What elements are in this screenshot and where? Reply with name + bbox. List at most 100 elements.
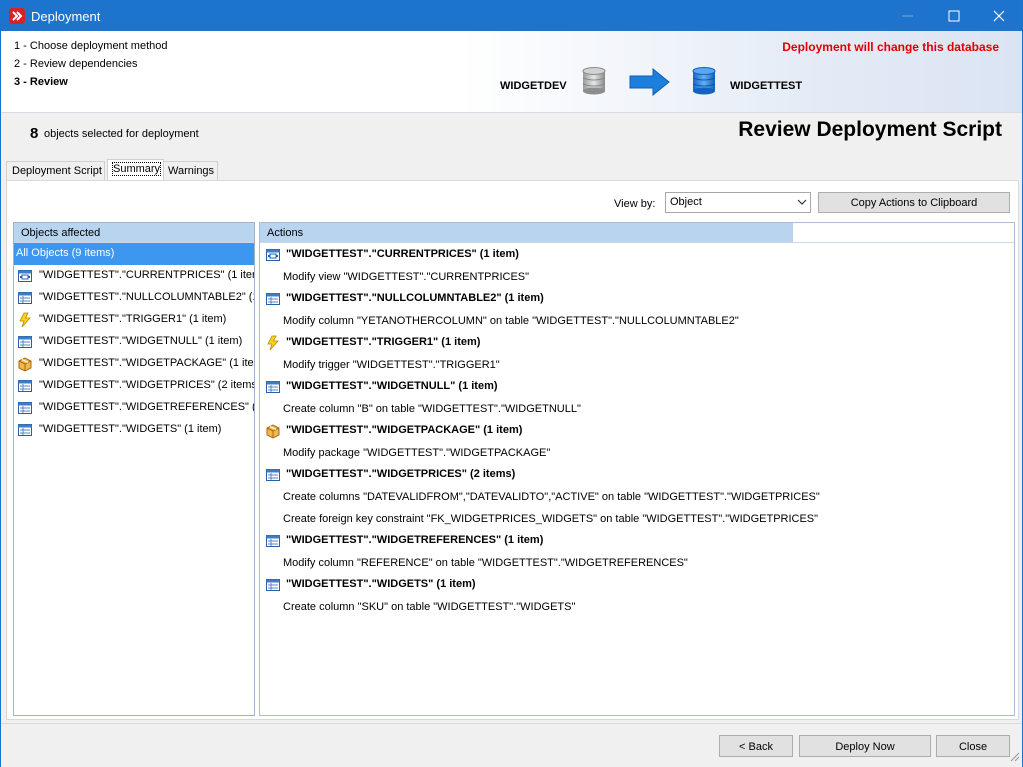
action-item-label: Modify column "REFERENCE" on table "WIDG… <box>283 557 688 569</box>
action-item[interactable]: Modify column "YETANOTHERCOLUMN" on tabl… <box>260 309 1014 331</box>
close-button[interactable]: Close <box>936 735 1010 757</box>
copy-actions-button[interactable]: Copy Actions to Clipboard <box>818 192 1010 213</box>
chevron-down-icon <box>797 197 807 210</box>
page-title: Review Deployment Script <box>738 118 1002 141</box>
view-icon <box>265 247 281 263</box>
actions-header-label: Actions <box>267 227 304 239</box>
table-icon <box>17 422 33 438</box>
action-item-label: Modify trigger "WIDGETTEST"."TRIGGER1" <box>283 359 500 371</box>
action-item[interactable]: Modify package "WIDGETTEST"."WIDGETPACKA… <box>260 441 1014 463</box>
action-group-title[interactable]: "WIDGETTEST"."WIDGETS" (1 item) <box>260 573 1014 595</box>
action-item-label: Create foreign key constraint "FK_WIDGET… <box>283 513 819 525</box>
target-database-icon <box>692 67 716 98</box>
action-group-label: "WIDGETTEST"."WIDGETNULL" (1 item) <box>286 380 498 392</box>
list-item-label: "WIDGETTEST"."CURRENTPRICES" (1 item) <box>39 269 255 281</box>
view-by-dropdown[interactable]: Object <box>665 192 811 213</box>
action-group-title[interactable]: "WIDGETTEST"."TRIGGER1" (1 item) <box>260 331 1014 353</box>
tab-summary[interactable]: Summary <box>107 159 164 181</box>
action-group-title[interactable]: "WIDGETTEST"."WIDGETPRICES" (2 items) <box>260 463 1014 485</box>
action-group-label: "WIDGETTEST"."WIDGETREFERENCES" (1 item) <box>286 534 544 546</box>
actions-header: Actions <box>260 223 1014 243</box>
package-icon <box>17 356 33 372</box>
source-database-icon <box>582 67 606 98</box>
action-item-label: Modify package "WIDGETTEST"."WIDGETPACKA… <box>283 447 551 459</box>
close-window-button[interactable] <box>976 1 1022 31</box>
list-item-all-objects[interactable]: All Objects (9 items) <box>14 243 254 265</box>
table-icon <box>265 577 281 593</box>
tab-warnings[interactable]: Warnings <box>162 161 218 181</box>
action-group-title[interactable]: "WIDGETTEST"."CURRENTPRICES" (1 item) <box>260 243 1014 265</box>
action-group-title[interactable]: "WIDGETTEST"."WIDGETREFERENCES" (1 item) <box>260 529 1014 551</box>
action-item-label: Create column "SKU" on table "WIDGETTEST… <box>283 601 576 613</box>
list-item[interactable]: "WIDGETTEST"."WIDGETNULL" (1 item) <box>14 331 254 353</box>
action-item[interactable]: Modify column "REFERENCE" on table "WIDG… <box>260 551 1014 573</box>
objects-affected-header: Objects affected <box>14 223 254 243</box>
list-item-label: All Objects (9 items) <box>16 247 115 259</box>
action-item[interactable]: Create column "B" on table "WIDGETTEST".… <box>260 397 1014 419</box>
wizard-step-1: 1 - Choose deployment method <box>14 40 168 52</box>
action-group-label: "WIDGETTEST"."NULLCOLUMNTABLE2" (1 item) <box>286 292 544 304</box>
actions-list-body: "WIDGETTEST"."CURRENTPRICES" (1 item) Mod… <box>260 243 1014 617</box>
maximize-button[interactable] <box>931 1 977 31</box>
list-item-label: "WIDGETTEST"."WIDGETREFERENCES" (1 item) <box>39 401 254 413</box>
list-item[interactable]: "WIDGETTEST"."WIDGETPRICES" (2 items) <box>14 375 254 397</box>
action-group-label: "WIDGETTEST"."WIDGETPRICES" (2 items) <box>286 468 516 480</box>
list-item-label: "WIDGETTEST"."NULLCOLUMNTABLE2" (1 item) <box>39 291 254 303</box>
action-group-label: "WIDGETTEST"."TRIGGER1" (1 item) <box>286 336 481 348</box>
table-icon <box>265 291 281 307</box>
view-icon <box>17 268 33 284</box>
summary-panel: View by: Object Copy Actions to Clipboar… <box>6 180 1019 720</box>
action-group-title[interactable]: "WIDGETTEST"."NULLCOLUMNTABLE2" (1 item) <box>260 287 1014 309</box>
wizard-header: 1 - Choose deployment method 2 - Review … <box>1 31 1022 113</box>
action-item-label: Modify column "YETANOTHERCOLUMN" on tabl… <box>283 315 739 327</box>
wizard-step-2: 2 - Review dependencies <box>14 58 138 70</box>
action-group-label: "WIDGETTEST"."CURRENTPRICES" (1 item) <box>286 248 519 260</box>
list-item[interactable]: "WIDGETTEST"."NULLCOLUMNTABLE2" (1 item) <box>14 287 254 309</box>
minimize-button[interactable] <box>885 1 931 31</box>
list-item[interactable]: "WIDGETTEST"."WIDGETS" (1 item) <box>14 419 254 441</box>
source-database-label: WIDGETDEV <box>500 80 567 92</box>
list-item-label: "WIDGETTEST"."WIDGETPRICES" (2 items) <box>39 379 255 391</box>
app-logo-icon <box>9 8 25 24</box>
action-group-title[interactable]: "WIDGETTEST"."WIDGETPACKAGE" (1 item) <box>260 419 1014 441</box>
target-database-label: WIDGETTEST <box>730 80 803 92</box>
table-icon <box>265 467 281 483</box>
action-item[interactable]: Create foreign key constraint "FK_WIDGET… <box>260 507 1014 529</box>
table-icon <box>17 378 33 394</box>
list-item[interactable]: "WIDGETTEST"."WIDGETREFERENCES" (1 item) <box>14 397 254 419</box>
list-item[interactable]: "WIDGETTEST"."CURRENTPRICES" (1 item) <box>14 265 254 287</box>
deployment-window: Deployment 1 - Choose deployment method … <box>0 0 1023 767</box>
title-bar[interactable]: Deployment <box>1 1 1022 31</box>
objects-count: 8 <box>30 125 39 142</box>
objects-list-body: "WIDGETTEST"."CURRENTPRICES" (1 item) "WI… <box>14 265 254 441</box>
footer-bar: < Back Deploy Now Close <box>1 723 1022 767</box>
trigger-icon <box>265 335 281 351</box>
wizard-step-3: 3 - Review <box>14 76 68 88</box>
view-by-value: Object <box>670 196 702 208</box>
deployment-warning: Deployment will change this database <box>782 40 999 54</box>
resize-grip-icon[interactable] <box>1010 751 1020 765</box>
table-icon <box>17 334 33 350</box>
package-icon <box>265 423 281 439</box>
list-item[interactable]: "WIDGETTEST"."WIDGETPACKAGE" (1 item) <box>14 353 254 375</box>
list-item[interactable]: "WIDGETTEST"."TRIGGER1" (1 item) <box>14 309 254 331</box>
action-item[interactable]: Modify view "WIDGETTEST"."CURRENTPRICES" <box>260 265 1014 287</box>
objects-affected-list[interactable]: Objects affected All Objects (9 items) "… <box>13 222 255 716</box>
deploy-now-button[interactable]: Deploy Now <box>799 735 931 757</box>
actions-list[interactable]: Actions "WIDGETTEST"."CURRENTPRICES" (1 … <box>259 222 1015 716</box>
back-button[interactable]: < Back <box>719 735 793 757</box>
trigger-icon <box>17 312 33 328</box>
action-group-title[interactable]: "WIDGETTEST"."WIDGETNULL" (1 item) <box>260 375 1014 397</box>
list-item-label: "WIDGETTEST"."WIDGETS" (1 item) <box>39 423 222 435</box>
table-icon <box>265 533 281 549</box>
action-item-label: Create column "B" on table "WIDGETTEST".… <box>283 403 581 415</box>
table-icon <box>17 400 33 416</box>
action-item[interactable]: Create column "SKU" on table "WIDGETTEST… <box>260 595 1014 617</box>
table-icon <box>265 379 281 395</box>
right-arrow-icon <box>629 67 671 99</box>
list-item-label: "WIDGETTEST"."TRIGGER1" (1 item) <box>39 313 227 325</box>
action-item[interactable]: Create columns "DATEVALIDFROM","DATEVALI… <box>260 485 1014 507</box>
action-item[interactable]: Modify trigger "WIDGETTEST"."TRIGGER1" <box>260 353 1014 375</box>
action-group-label: "WIDGETTEST"."WIDGETS" (1 item) <box>286 578 476 590</box>
tab-deployment-script[interactable]: Deployment Script <box>6 161 105 181</box>
